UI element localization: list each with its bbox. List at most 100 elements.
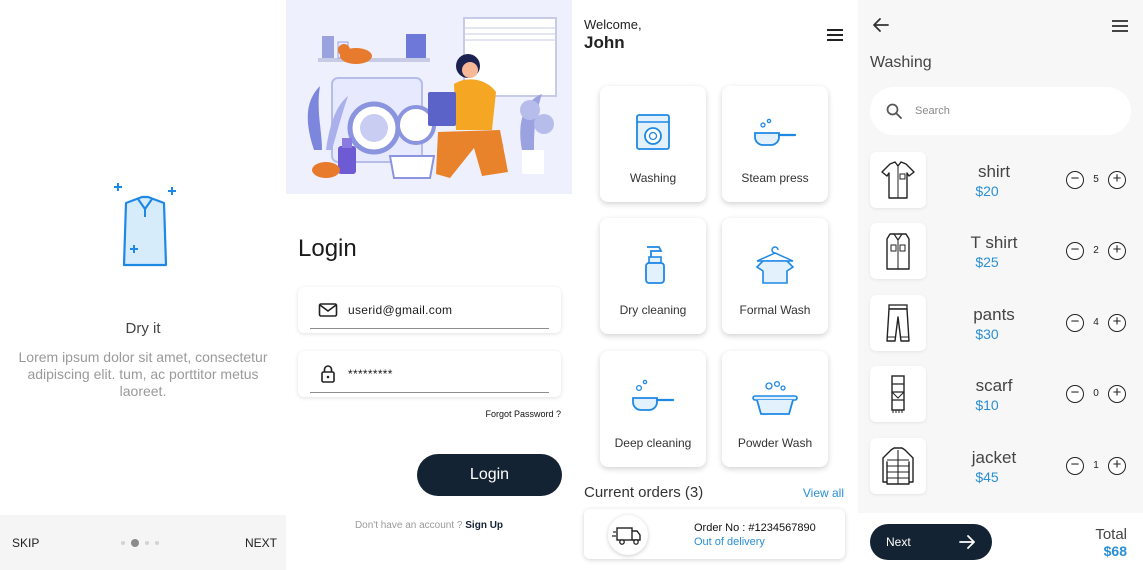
- page-dot: [155, 541, 159, 545]
- item-price: $30: [975, 326, 999, 342]
- page-dot: [145, 541, 149, 545]
- tub-icon: [752, 380, 798, 415]
- total-label: Total: [1095, 526, 1127, 543]
- service-card-washing[interactable]: Washing: [600, 86, 706, 202]
- view-all-link[interactable]: View all: [803, 486, 844, 500]
- page-dot-active: [131, 539, 139, 547]
- search-input[interactable]: Search: [870, 87, 1131, 135]
- page-indicator: [121, 539, 159, 547]
- item-price: $25: [975, 254, 999, 270]
- increment-button[interactable]: +: [1108, 314, 1126, 332]
- bubble-pan-icon: [632, 379, 675, 411]
- skip-button[interactable]: SKIP: [12, 536, 39, 550]
- service-label: Washing: [629, 171, 677, 185]
- service-card-formal-wash[interactable]: Formal Wash: [722, 218, 828, 334]
- item-quantity: 5: [1093, 174, 1099, 185]
- item-price: $45: [975, 469, 999, 485]
- shirt-icon: [881, 161, 915, 199]
- password-underline: [310, 392, 549, 393]
- back-arrow-icon[interactable]: [872, 16, 890, 34]
- service-card-steam-press[interactable]: Steam press: [722, 86, 828, 202]
- item-thumbnail: [870, 295, 926, 351]
- item-name: T shirt: [970, 233, 1018, 252]
- menu-icon[interactable]: [827, 29, 843, 41]
- service-card-deep-cleaning[interactable]: Deep cleaning: [600, 351, 706, 467]
- service-label: Formal Wash: [739, 303, 811, 317]
- item-name: scarf: [975, 376, 1013, 395]
- email-value[interactable]: userid@gmail.com: [348, 303, 452, 317]
- delivery-truck-icon: [612, 527, 641, 545]
- decrement-button[interactable]: −: [1066, 385, 1084, 403]
- search-icon: [886, 103, 902, 119]
- onboarding-screen: Dry it Lorem ipsum dolor sit amet, conse…: [0, 0, 286, 570]
- onboarding-footer: SKIP NEXT: [0, 515, 286, 570]
- email-underline: [310, 328, 549, 329]
- login-screen: Login userid@gmail.com ********* Forgot …: [286, 0, 572, 570]
- signup-row: Don't have an account ? Sign Up: [286, 520, 572, 531]
- service-card-dry-cleaning[interactable]: Dry cleaning: [600, 218, 706, 334]
- scarf-icon: [891, 375, 905, 413]
- mail-icon: [318, 303, 338, 317]
- lock-icon: [321, 365, 335, 383]
- forgot-password-link[interactable]: Forgot Password ?: [485, 409, 561, 419]
- signup-link[interactable]: Sign Up: [465, 520, 503, 531]
- increment-button[interactable]: +: [1108, 171, 1126, 189]
- decrement-button[interactable]: −: [1066, 314, 1084, 332]
- service-label: Steam press: [741, 171, 809, 185]
- password-value[interactable]: *********: [348, 367, 393, 381]
- home-screen: Welcome, John Washing Steam press Dry cl…: [572, 0, 858, 570]
- shirt-hanger-icon: [755, 246, 795, 284]
- shirt-sparkle-icon: [114, 183, 176, 267]
- password-field[interactable]: *********: [298, 351, 561, 397]
- cart-screen: Washing Search shirt $20 − 5 + T shirt $…: [858, 0, 1143, 570]
- next-button[interactable]: NEXT: [245, 536, 277, 550]
- service-label: Powder Wash: [737, 436, 813, 450]
- steam-iron-icon: [754, 118, 797, 146]
- truck-avatar: [608, 515, 648, 555]
- list-item: scarf $10 − 0 +: [870, 366, 1131, 422]
- item-quantity: 1: [1093, 460, 1099, 471]
- list-item: shirt $20 − 5 +: [870, 152, 1131, 208]
- increment-button[interactable]: +: [1108, 457, 1126, 475]
- decrement-button[interactable]: −: [1066, 242, 1084, 260]
- item-price: $20: [975, 183, 999, 199]
- login-button[interactable]: Login: [417, 454, 562, 496]
- increment-button[interactable]: +: [1108, 242, 1126, 260]
- welcome-text: Welcome,: [584, 17, 642, 32]
- laundry-illustration: [286, 0, 572, 194]
- email-field[interactable]: userid@gmail.com: [298, 287, 561, 333]
- item-name: shirt: [977, 162, 1011, 181]
- item-thumbnail: [870, 152, 926, 208]
- service-card-powder-wash[interactable]: Powder Wash: [722, 351, 828, 467]
- login-title: Login: [298, 235, 357, 262]
- item-thumbnail: [870, 223, 926, 279]
- decrement-button[interactable]: −: [1066, 171, 1084, 189]
- page-dot: [121, 541, 125, 545]
- item-name: pants: [973, 305, 1015, 324]
- decrement-button[interactable]: −: [1066, 457, 1084, 475]
- item-name: jacket: [971, 448, 1017, 467]
- item-quantity: 4: [1093, 317, 1099, 328]
- next-button-label: Next: [886, 535, 911, 549]
- list-item: jacket $45 − 1 +: [870, 438, 1131, 494]
- order-card[interactable]: Order No : #1234567890 Out of delivery: [584, 509, 845, 559]
- checkout-bar: Next Total $68: [858, 513, 1143, 570]
- no-account-text: Don't have an account ?: [354, 520, 463, 531]
- order-number: Order No : #1234567890: [694, 522, 816, 534]
- page-title: Washing: [870, 54, 932, 71]
- list-item: T shirt $25 − 2 +: [870, 223, 1131, 279]
- service-label: Dry cleaning: [619, 303, 687, 317]
- list-item: pants $30 − 4 +: [870, 295, 1131, 351]
- menu-icon[interactable]: [1112, 20, 1128, 32]
- order-status: Out of delivery: [694, 536, 765, 548]
- spray-bottle-icon: [645, 246, 665, 284]
- item-quantity: 0: [1093, 388, 1099, 399]
- item-price: $10: [975, 397, 999, 413]
- increment-button[interactable]: +: [1108, 385, 1126, 403]
- arrow-right-icon: [959, 535, 975, 549]
- laundry-scene-image: [307, 17, 557, 179]
- onboarding-description: Lorem ipsum dolor sit amet, consectetur …: [18, 349, 268, 399]
- jacket-icon: [882, 447, 914, 485]
- item-quantity: 2: [1093, 245, 1099, 256]
- next-button[interactable]: Next: [870, 524, 992, 560]
